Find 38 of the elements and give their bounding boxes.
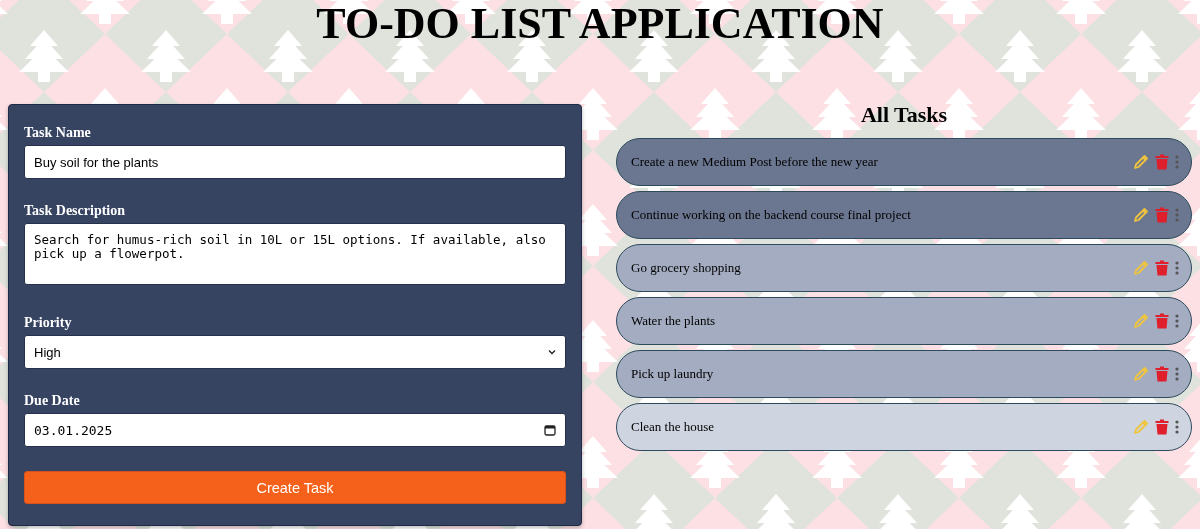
pencil-icon[interactable]: [1133, 154, 1149, 170]
due-date-field[interactable]: 03.01.2025: [24, 413, 566, 447]
task-title: Go grocery shopping: [631, 260, 742, 276]
task-item[interactable]: Create a new Medium Post before the new year: [616, 138, 1192, 186]
task-title: Clean the house: [631, 419, 716, 435]
more-options-icon[interactable]: [1175, 420, 1179, 434]
chevron-down-icon: [548, 349, 556, 355]
task-item[interactable]: Continue working on the backend course final project: [616, 191, 1192, 239]
tasks-heading: All Tasks: [860, 102, 948, 128]
field-label: Task Description: [24, 203, 125, 219]
task-name-field[interactable]: Buy soil for the plants: [24, 145, 566, 179]
task-title: Pick up laundry: [631, 366, 715, 382]
trash-icon[interactable]: [1155, 366, 1169, 382]
more-options-icon[interactable]: [1175, 314, 1179, 328]
trash-icon[interactable]: [1155, 313, 1169, 329]
calendar-icon[interactable]: [544, 424, 556, 436]
app-title: TO-DO LIST APPLICATION: [316, 0, 884, 47]
pencil-icon[interactable]: [1133, 366, 1149, 382]
pencil-icon[interactable]: [1133, 419, 1149, 435]
task-item[interactable]: Clean the house: [616, 403, 1192, 451]
more-options-icon[interactable]: [1175, 367, 1179, 381]
task-item[interactable]: Water the plants: [616, 297, 1192, 345]
trash-icon[interactable]: [1155, 419, 1169, 435]
pencil-icon[interactable]: [1133, 207, 1149, 223]
pencil-icon[interactable]: [1133, 313, 1149, 329]
more-options-icon[interactable]: [1175, 261, 1179, 275]
field-label: Priority: [24, 315, 72, 331]
task-item[interactable]: Go grocery shopping: [616, 244, 1192, 292]
task-title: Continue working on the backend course final project: [631, 207, 912, 223]
trash-icon[interactable]: [1155, 260, 1169, 276]
description-field[interactable]: Search for humus-rich soil in 10L or 15L options. If available, also pick up a flowerpot.: [24, 223, 566, 285]
task-title: Water the plants: [631, 313, 717, 329]
priority-dropdown[interactable]: High: [24, 335, 566, 369]
field-label: Task Name: [24, 125, 91, 141]
pencil-icon[interactable]: [1133, 260, 1149, 276]
task-title: Create a new Medium Post before the new year: [631, 154, 879, 170]
field-label: Due Date: [24, 393, 80, 409]
task-item[interactable]: Pick up laundry: [616, 350, 1192, 398]
